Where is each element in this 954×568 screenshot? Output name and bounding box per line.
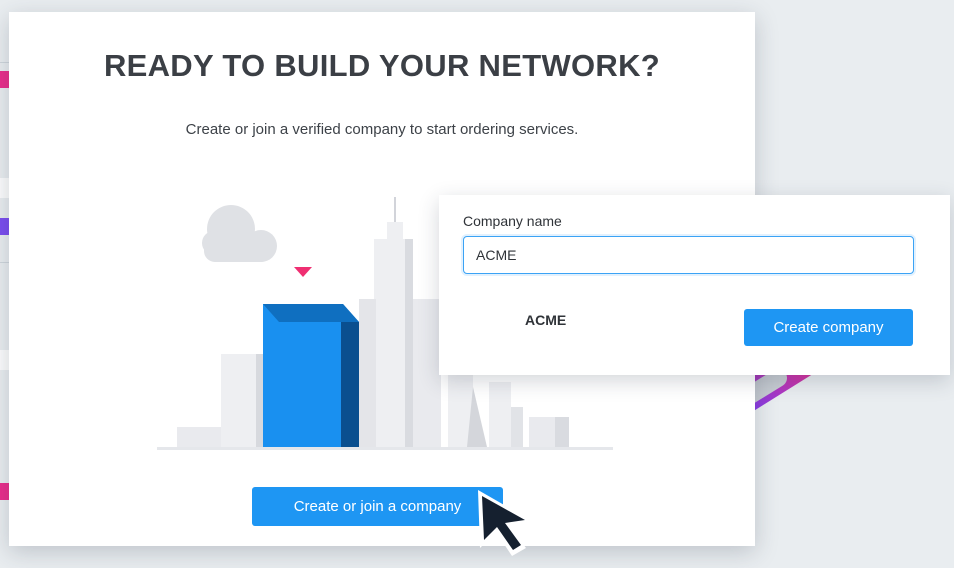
building <box>359 299 376 447</box>
skyscraper-shade <box>405 239 413 447</box>
spire-base <box>387 222 403 239</box>
building <box>529 417 555 447</box>
bg-divider <box>0 262 9 263</box>
company-form-panel: Company name ACME Create company <box>439 195 950 375</box>
create-or-join-company-button[interactable]: Create or join a company <box>252 487 503 526</box>
company-name-input[interactable] <box>463 236 914 274</box>
building <box>511 407 523 447</box>
ground-line <box>157 447 613 450</box>
cloud-icon <box>202 205 277 262</box>
building-shade <box>256 354 263 447</box>
create-company-button[interactable]: Create company <box>744 309 913 346</box>
app-stage: READY TO BUILD YOUR NETWORK? Create or j… <box>0 0 954 568</box>
company-suggestion[interactable]: ACME <box>525 312 566 328</box>
building-shade <box>555 417 569 447</box>
bg-band <box>0 178 9 198</box>
location-marker-icon <box>294 267 312 277</box>
page-subtitle: Create or join a verified company to sta… <box>185 121 579 138</box>
bg-band <box>0 350 9 370</box>
building <box>489 382 511 447</box>
highlighted-building-roof <box>263 304 359 322</box>
company-name-label: Company name <box>463 213 562 229</box>
building <box>177 427 221 447</box>
bg-divider <box>0 62 9 63</box>
highlighted-building-side <box>341 322 359 447</box>
building <box>413 299 441 447</box>
page-title: READY TO BUILD YOUR NETWORK? <box>103 48 661 83</box>
building <box>221 354 261 447</box>
mouse-pointer-icon <box>478 490 534 556</box>
